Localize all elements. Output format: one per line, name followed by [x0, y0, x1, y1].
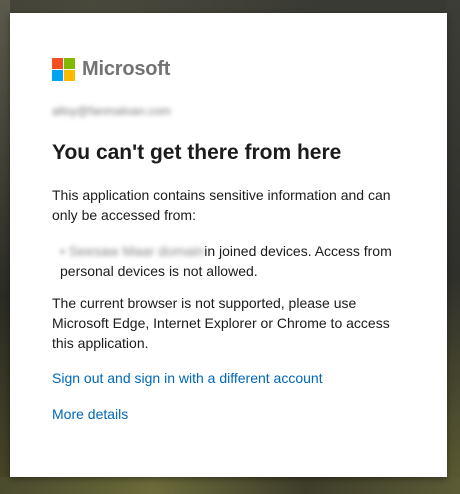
account-email: alloy@fanmaloan.com [52, 104, 171, 118]
requirement-text-2: personal devices is not allowed. [60, 263, 258, 279]
sign-in-card: Microsoft alloy@fanmaloan.com You can't … [10, 13, 447, 477]
blurred-domain: • Seesaw Maar domain [60, 243, 205, 259]
background-bottom [0, 477, 460, 494]
intro-text: This application contains sensitive info… [52, 187, 391, 223]
sign-out-link[interactable]: Sign out and sign in with a different ac… [52, 370, 323, 386]
background-right [447, 0, 460, 494]
access-requirement: • Seesaw Maar domainin joined devices. A… [60, 241, 410, 281]
browser-notice: The current browser is not supported, pl… [52, 295, 390, 351]
more-details-link[interactable]: More details [52, 406, 128, 422]
page-title: You can't get there from here [52, 141, 342, 164]
microsoft-logo-icon [52, 58, 75, 81]
background-left [0, 0, 10, 494]
brand-name: Microsoft [82, 58, 171, 80]
requirement-text-1: in joined devices. Access from [204, 243, 392, 259]
microsoft-logo: Microsoft [52, 58, 170, 81]
